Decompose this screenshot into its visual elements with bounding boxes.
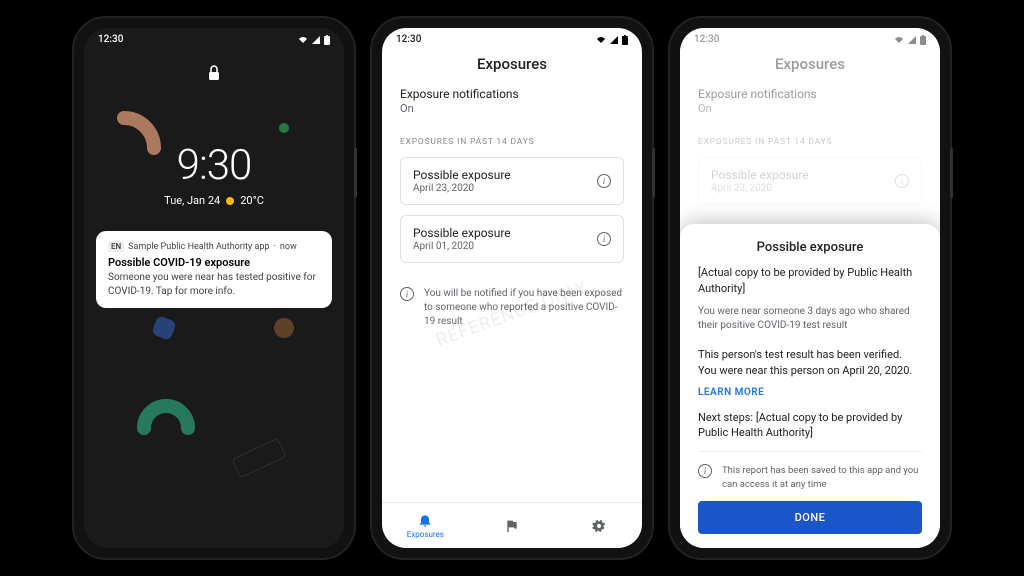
phone-exposure-detail: 12:30 Exposures Exposure notifications O… <box>670 18 950 558</box>
tab-settings[interactable] <box>555 503 642 548</box>
wifi-icon <box>596 35 606 45</box>
done-button[interactable]: DONE <box>698 501 922 534</box>
sheet-summary: You were near someone 3 days ago who sha… <box>698 305 922 333</box>
exposure-card-title: Possible exposure <box>413 226 511 240</box>
tab-report[interactable] <box>469 503 556 548</box>
battery-icon <box>920 35 926 45</box>
exposure-card-title: Possible exposure <box>711 168 809 182</box>
info-icon[interactable]: i <box>597 232 611 246</box>
page-title: Exposures <box>680 47 940 87</box>
sheet-verified: This person's test result has been verif… <box>698 347 922 379</box>
statusbar-indicators <box>894 35 926 45</box>
info-icon: i <box>400 287 414 301</box>
info-icon[interactable]: i <box>597 174 611 188</box>
exposure-detail-sheet: Possible exposure [Actual copy to be pro… <box>680 224 940 548</box>
exposure-card: Possible exposure April 23, 2020 i <box>698 157 922 205</box>
flag-icon <box>504 518 520 534</box>
tab-exposures[interactable]: Exposures <box>382 503 469 548</box>
phone-lockscreen: 12:30 9:30 Tue, Jan 24 20°C EN Sample Pu… <box>74 18 354 558</box>
exposure-card[interactable]: Possible exposure April 23, 2020 i <box>400 157 624 205</box>
exposure-card-date: April 01, 2020 <box>413 241 511 252</box>
signal-icon <box>907 35 917 45</box>
setting-exposure-notifications-label: Exposure notifications <box>698 87 922 101</box>
setting-exposure-notifications-value: On <box>698 102 922 115</box>
statusbar-indicators <box>596 35 628 45</box>
signal-icon <box>609 35 619 45</box>
wallpaper-decoration <box>84 28 344 548</box>
page-title: Exposures <box>382 47 642 87</box>
sheet-title: Possible exposure <box>698 240 922 255</box>
statusbar-time: 12:30 <box>396 34 421 45</box>
exposure-footnote: You will be notified if you have been ex… <box>424 287 624 329</box>
section-subhead: EXPOSURES IN PAST 14 DAYS <box>698 137 922 147</box>
wifi-icon <box>894 35 904 45</box>
exposure-card-title: Possible exposure <box>413 168 511 182</box>
tab-label: Exposures <box>407 530 444 539</box>
setting-exposure-notifications-label[interactable]: Exposure notifications <box>400 87 624 101</box>
settings-icon <box>591 518 607 534</box>
exposure-card-date: April 23, 2020 <box>413 183 511 194</box>
sheet-placeholder-copy: [Actual copy to be provided by Public He… <box>698 265 922 297</box>
info-icon: i <box>895 174 909 188</box>
sheet-saved-note: This report has been saved to this app a… <box>722 464 922 491</box>
setting-exposure-notifications-value: On <box>400 102 624 115</box>
battery-icon <box>622 35 628 45</box>
info-icon: i <box>698 464 712 478</box>
bell-icon <box>417 512 433 528</box>
phone-exposures-list: 12:30 Exposures Exposure notifications O… <box>372 18 652 558</box>
section-subhead: EXPOSURES IN PAST 14 DAYS <box>400 137 624 147</box>
learn-more-link[interactable]: LEARN MORE <box>698 387 922 398</box>
statusbar-time: 12:30 <box>694 34 719 45</box>
exposure-card[interactable]: Possible exposure April 01, 2020 i <box>400 215 624 263</box>
sheet-next-steps: Next steps: [Actual copy to be provided … <box>698 410 922 442</box>
exposure-card-date: April 23, 2020 <box>711 183 809 194</box>
